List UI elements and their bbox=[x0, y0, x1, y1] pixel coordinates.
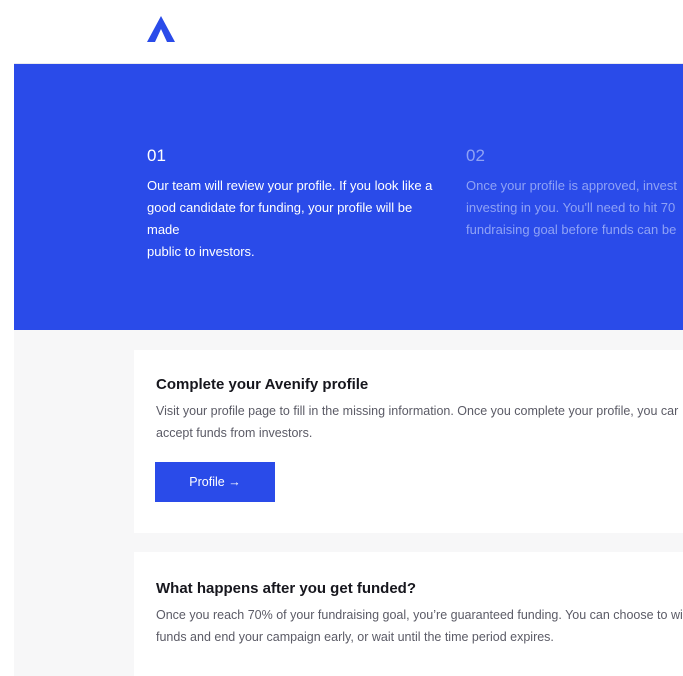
top-header bbox=[14, 6, 683, 64]
step-line: good candidate for funding, your profile… bbox=[147, 200, 413, 237]
card-description: Visit your profile page to fill in the m… bbox=[156, 404, 679, 440]
step-number: 02 bbox=[466, 146, 485, 165]
step-line: public to investors. bbox=[147, 244, 255, 259]
step-01: 01 Our team will review your profile. If… bbox=[147, 146, 447, 263]
step-line: Once your profile is approved, invest bbox=[466, 178, 677, 193]
card-title: What happens after you get funded? bbox=[156, 580, 417, 597]
step-number: 01 bbox=[147, 146, 166, 165]
profile-button[interactable]: Profile → bbox=[155, 462, 275, 502]
step-line: Our team will review your profile. If yo… bbox=[147, 178, 433, 193]
step-line: investing in you. You'll need to hit 70 bbox=[466, 200, 676, 215]
step-description: Our team will review your profile. If yo… bbox=[147, 175, 447, 263]
app-frame: 01 Our team will review your profile. If… bbox=[14, 6, 683, 676]
avenify-logo-icon[interactable] bbox=[147, 16, 175, 42]
after-funded-card: What happens after you get funded? Once … bbox=[134, 552, 683, 676]
step-line: fundraising goal before funds can be bbox=[466, 222, 677, 237]
step-02: 02 Once your profile is approved, invest… bbox=[466, 146, 683, 241]
card-title: Complete your Avenify profile bbox=[156, 376, 369, 393]
complete-profile-card: Complete your Avenify profile Visit your… bbox=[134, 350, 683, 533]
steps-hero: 01 Our team will review your profile. If… bbox=[14, 64, 683, 330]
step-description: Once your profile is approved, invest in… bbox=[466, 175, 683, 241]
card-description: Once you reach 70% of your fundraising g… bbox=[156, 608, 683, 644]
